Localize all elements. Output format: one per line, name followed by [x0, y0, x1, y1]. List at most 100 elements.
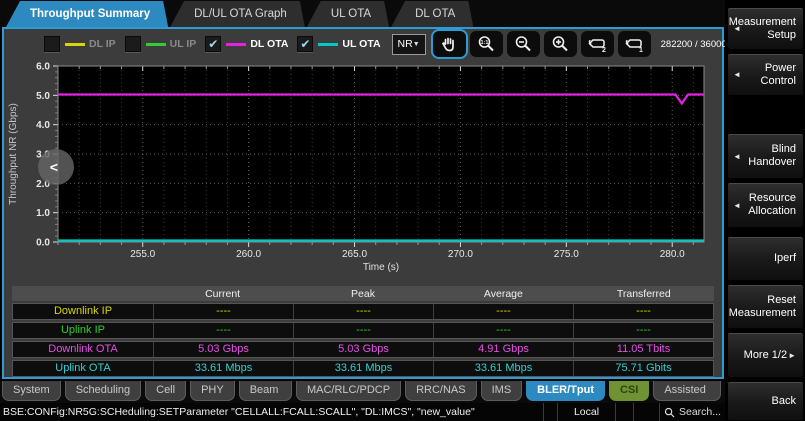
cell-peak: ---- — [293, 304, 433, 319]
chart-toolbar: 1:1 — [433, 31, 655, 57]
sample-counter: 282200 / 360000 — [661, 39, 732, 50]
left-arrow-icon: ◄ — [733, 70, 741, 79]
tab-bler-tput[interactable]: BLER/Tput — [526, 381, 605, 401]
pan-button[interactable] — [433, 31, 466, 57]
softkey-sidebar: ◄ Measurement Setup ◄ Power Control ◄ Bl… — [725, 0, 805, 421]
search-box[interactable]: Search... — [659, 403, 725, 421]
softkey-label: Power Control — [761, 62, 796, 88]
ul-ota-label: UL OTA — [342, 38, 380, 50]
cell-transferred: ---- — [573, 323, 713, 338]
ul-ip-color-swatch — [146, 43, 166, 46]
tab-dl-ota[interactable]: DL OTA — [391, 1, 473, 27]
cell-current: ---- — [153, 323, 293, 338]
tab-cell[interactable]: Cell — [145, 381, 186, 401]
ul-ip-checkbox[interactable] — [125, 36, 141, 52]
svg-text:280.0: 280.0 — [660, 249, 685, 260]
svg-text:Time (s): Time (s) — [363, 262, 399, 273]
cell-transferred: 75.71 Gbits — [573, 361, 713, 376]
status-cell-blank-2 — [615, 403, 633, 421]
back-button[interactable]: Back — [727, 381, 804, 421]
tab-assisted-tx-meas[interactable]: Assisted Tx Meas — [653, 381, 721, 401]
throughput-chart: 255.0260.0265.0270.0275.0280.00.01.02.03… — [4, 59, 722, 284]
table-row-downlink-ota: Downlink OTA 5.03 Gbps 5.03 Gbps 4.91 Gb… — [12, 341, 714, 358]
cell-average: ---- — [433, 304, 573, 319]
dl-ota-label: DL OTA — [250, 38, 288, 50]
tab-csi[interactable]: CSI — [609, 381, 649, 401]
control-mode-indicator: Local — [557, 403, 615, 421]
marker-2-icon: 2 — [586, 34, 608, 54]
softkey-label: Blind Handover — [748, 143, 796, 169]
legend-toolbar-row: DL IP UL IP ✔ DL OTA ✔ UL OTA NR ▼ — [4, 29, 722, 59]
svg-text:270.0: 270.0 — [448, 249, 473, 260]
cell-peak: 33.61 Mbps — [293, 361, 433, 376]
marker-1-button[interactable]: 1 — [618, 31, 651, 57]
zoom-one-to-one-button[interactable]: 1:1 — [470, 31, 503, 57]
zoom-out-icon — [513, 34, 533, 54]
svg-text:6.0: 6.0 — [36, 62, 50, 73]
table-row-uplink-ip: Uplink IP ---- ---- ---- ---- — [12, 322, 714, 339]
svg-text:260.0: 260.0 — [236, 249, 261, 260]
svg-text:2: 2 — [602, 47, 606, 54]
row-label: Uplink OTA — [13, 361, 153, 376]
tab-throughput-summary[interactable]: Throughput Summary — [6, 1, 168, 27]
svg-text:5.0: 5.0 — [36, 91, 50, 102]
svg-text:255.0: 255.0 — [130, 249, 155, 260]
status-cell-blank-1 — [543, 403, 557, 421]
table-header-row: Current Peak Average Transferred — [12, 286, 714, 301]
resource-allocation-button[interactable]: ◄ Resource Allocation — [727, 182, 804, 228]
power-control-button[interactable]: ◄ Power Control — [727, 53, 804, 96]
cell-current: ---- — [153, 304, 293, 319]
cell-current: 5.03 Gbps — [153, 342, 293, 357]
right-arrow-icon: ► — [788, 351, 796, 360]
cell-transferred: ---- — [573, 304, 713, 319]
throughput-table: Current Peak Average Transferred Downlin… — [12, 286, 714, 377]
softkey-label: Back — [772, 395, 796, 408]
more-pages-button[interactable]: More 1/2 ► — [727, 332, 804, 378]
blind-handover-button[interactable]: ◄ Blind Handover — [727, 133, 804, 179]
tab-rrc-nas[interactable]: RRC/NAS — [405, 381, 477, 401]
tab-ims[interactable]: IMS — [481, 381, 523, 401]
svg-text:0.0: 0.0 — [36, 238, 50, 249]
svg-text:4.0: 4.0 — [36, 120, 50, 131]
zoom-out-button[interactable] — [507, 31, 540, 57]
reset-measurement-button[interactable]: Reset Measurement — [727, 284, 804, 329]
iperf-button[interactable]: Iperf — [727, 236, 804, 281]
measurement-setup-button[interactable]: ◄ Measurement Setup — [727, 7, 804, 50]
legend-item-dl-ip: DL IP — [44, 36, 116, 52]
dl-ota-checkbox[interactable]: ✔ — [205, 36, 221, 52]
tab-system[interactable]: System — [2, 381, 61, 401]
cell-average: 4.91 Gbps — [433, 342, 573, 357]
cell-peak: ---- — [293, 323, 433, 338]
throughput-chart-svg[interactable]: 255.0260.0265.0270.0275.0280.00.01.02.03… — [4, 59, 722, 284]
dl-ota-color-swatch — [226, 43, 246, 46]
marker-2-button[interactable]: 2 — [581, 31, 614, 57]
row-label: Downlink OTA — [13, 342, 153, 357]
technology-select[interactable]: NR ▼ — [392, 34, 426, 55]
table-row-downlink-ip: Downlink IP ---- ---- ---- ---- — [12, 303, 714, 320]
svg-text:265.0: 265.0 — [342, 249, 367, 260]
cell-peak: 5.03 Gbps — [293, 342, 433, 357]
zoom-1-1-icon: 1:1 — [476, 34, 496, 54]
svg-text:Throughput NR (Gbps): Throughput NR (Gbps) — [8, 103, 19, 205]
ul-ota-color-swatch — [318, 43, 338, 46]
search-placeholder: Search... — [679, 406, 721, 418]
svg-text:1: 1 — [639, 47, 643, 54]
svg-text:1.0: 1.0 — [36, 208, 50, 219]
zoom-in-button[interactable] — [544, 31, 577, 57]
cell-transferred: 11.05 Tbits — [573, 342, 713, 357]
tab-mac-rlc-pdcp[interactable]: MAC/RLC/PDCP — [296, 381, 401, 401]
dl-ip-label: DL IP — [89, 38, 116, 50]
header-transferred: Transferred — [574, 288, 714, 300]
tab-scheduling[interactable]: Scheduling — [65, 381, 141, 401]
dl-ip-checkbox[interactable] — [44, 36, 60, 52]
tab-beam-mgmt[interactable]: Beam Mgmt — [239, 381, 292, 401]
table-row-uplink-ota: Uplink OTA 33.61 Mbps 33.61 Mbps 33.61 M… — [12, 360, 714, 377]
tab-dl-ul-ota-graph[interactable]: DL/UL OTA Graph — [170, 1, 305, 27]
tab-phy[interactable]: PHY — [190, 381, 235, 401]
tab-ul-ota[interactable]: UL OTA — [307, 1, 389, 27]
svg-text:1:1: 1:1 — [481, 40, 489, 46]
ul-ota-checkbox[interactable]: ✔ — [297, 36, 313, 52]
marker-1-icon: 1 — [623, 34, 645, 54]
header-peak: Peak — [293, 288, 433, 300]
row-label: Downlink IP — [13, 304, 153, 319]
